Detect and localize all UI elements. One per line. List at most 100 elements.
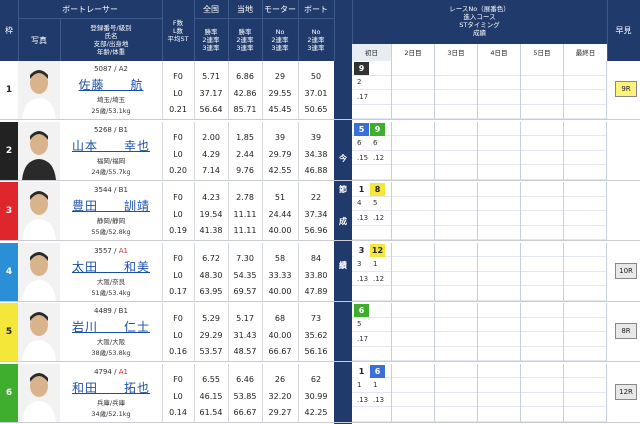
fl-sub-2: L数 <box>172 26 184 35</box>
result-cell-row <box>435 393 477 407</box>
result-cell-row <box>478 286 520 301</box>
early-view-cell: 8R <box>607 303 640 361</box>
stat-value: 53.57 <box>199 347 223 356</box>
race-number-badge[interactable]: 1 <box>354 364 369 378</box>
result-cell-row <box>478 393 520 407</box>
result-cell-row <box>352 226 391 240</box>
race-number-badge[interactable]: 12 <box>370 243 385 257</box>
day-column <box>478 303 521 361</box>
frame-number: 3 <box>0 182 18 240</box>
boat-sub-2: 2連率 <box>307 35 325 44</box>
day-column <box>564 61 607 119</box>
frame-number: 4 <box>0 242 18 301</box>
local-subheader: 勝率 2連率 3連率 <box>228 18 262 61</box>
stat-value: 29 <box>274 72 286 81</box>
stat-value: 6.55 <box>202 374 220 384</box>
stats-fl: F0 L0 0.20 <box>162 122 194 180</box>
day-column <box>478 61 521 119</box>
early-view-cell <box>607 182 640 240</box>
result-cell-row <box>392 211 434 226</box>
race-number-badge[interactable]: 1 <box>354 183 369 196</box>
race-number-badge[interactable]: 9 <box>354 62 369 75</box>
racer-class: B1 <box>118 186 128 194</box>
day-tab-2[interactable]: 2日目 <box>392 44 435 61</box>
photo-header: 写真 <box>31 36 47 45</box>
stat-value: 56.64 <box>199 105 223 114</box>
day-column <box>435 182 478 240</box>
racer-class: A1 <box>118 246 128 255</box>
early-view-cell: 12R <box>607 364 640 422</box>
result-cell-row <box>392 151 434 165</box>
racer-name-link[interactable]: 和田 拓也 <box>60 379 162 396</box>
boat-header: ボート <box>304 4 328 14</box>
racer-name-link[interactable]: 山本 幸也 <box>60 137 162 154</box>
result-cell-row <box>478 136 520 151</box>
racer-photo-icon <box>18 121 60 180</box>
racer-branch: 大阪/奈良 <box>96 277 126 286</box>
result-cell-row <box>478 122 520 136</box>
early-header: 早見 <box>615 26 632 35</box>
result-cell-row <box>392 90 434 105</box>
race-number-badge[interactable]: 9 <box>370 122 385 136</box>
racer-reg-number: 3557 / <box>94 246 119 255</box>
stat-value: L0 <box>173 270 183 280</box>
results-grid: 5 9 6.15 6.12 <box>352 121 607 180</box>
column-divider <box>162 121 163 180</box>
stats-loc: 6.46 53.85 66.67 <box>228 364 262 422</box>
result-cell-row <box>435 364 477 378</box>
race-number-badge[interactable]: 6 <box>354 304 369 317</box>
stat-value: 22 <box>310 193 322 202</box>
result-cell-row <box>564 332 606 347</box>
result-cell-row <box>435 122 477 136</box>
racer-name-link[interactable]: 岩川 仁士 <box>60 318 162 335</box>
day-column <box>392 121 435 180</box>
early-view-cell: 10R <box>607 243 640 301</box>
table-row: 6 4794 / A1 和田 拓也 兵庫/兵庫 34歳/52.1kg F0 L0 0.14 6… <box>0 363 640 423</box>
stats-nat: 5.29 29.29 53.57 <box>194 303 228 361</box>
racer-name-link[interactable]: 豊田 訓靖 <box>60 197 162 214</box>
entry-course: 3 <box>357 259 362 268</box>
stat-value: 0.21 <box>169 105 187 114</box>
early-race-badge[interactable]: 10R <box>615 262 637 279</box>
result-cell-row <box>521 122 563 136</box>
early-race-badge[interactable]: 9R <box>615 81 637 97</box>
race-number-badge[interactable]: 5 <box>354 122 369 136</box>
result-cell-row <box>564 182 606 197</box>
fl-sub-1: F数 <box>172 18 184 27</box>
loc-sub-2: 2連率 <box>236 35 254 44</box>
result-cell-row <box>478 364 520 378</box>
day-tab-5[interactable]: 5日目 <box>521 44 564 61</box>
race-number-badge[interactable]: 8 <box>370 183 385 196</box>
early-race-badge[interactable]: 12R <box>615 383 637 400</box>
racer-name-link[interactable]: 佐藤 航 <box>60 76 162 93</box>
day-tab-1[interactable]: 初日 <box>352 44 392 61</box>
result-cell-row <box>435 286 477 301</box>
result-cell-row <box>435 347 477 361</box>
race-number-badge[interactable]: 6 <box>370 364 385 378</box>
racer-name-link[interactable]: 太田 和美 <box>60 258 162 275</box>
result-cell-row <box>564 211 606 226</box>
day-column <box>478 242 521 301</box>
stat-value: 50 <box>310 72 322 81</box>
racer-class: A1 <box>118 367 128 376</box>
boat-sub-3: 3連率 <box>307 43 325 52</box>
racer-age-weight: 55歳/52.8kg <box>91 228 131 236</box>
frame-number: 1 <box>0 61 18 119</box>
early-race-badge[interactable]: 8R <box>615 323 637 339</box>
stat-value: 11.11 <box>233 210 257 219</box>
day-tab-6[interactable]: 最終日 <box>564 44 607 61</box>
day-tab-3[interactable]: 3日目 <box>435 44 478 61</box>
day-column <box>435 363 478 422</box>
result-cell-row <box>564 303 606 318</box>
stat-value: 37.01 <box>304 89 328 98</box>
result-cell-row <box>478 378 520 393</box>
racer-reg-number: 5087 / <box>94 65 119 73</box>
stat-value: 33.80 <box>304 270 328 280</box>
column-divider <box>162 182 163 240</box>
day-tabs: 初日 2日目 3日目 4日目 5日目 最終日 <box>352 44 607 61</box>
column-divider <box>162 61 163 119</box>
race-number-badge[interactable]: 3 <box>354 243 369 257</box>
result-cell-row <box>521 105 563 119</box>
result-cell-row <box>392 378 434 393</box>
day-tab-4[interactable]: 4日目 <box>478 44 521 61</box>
